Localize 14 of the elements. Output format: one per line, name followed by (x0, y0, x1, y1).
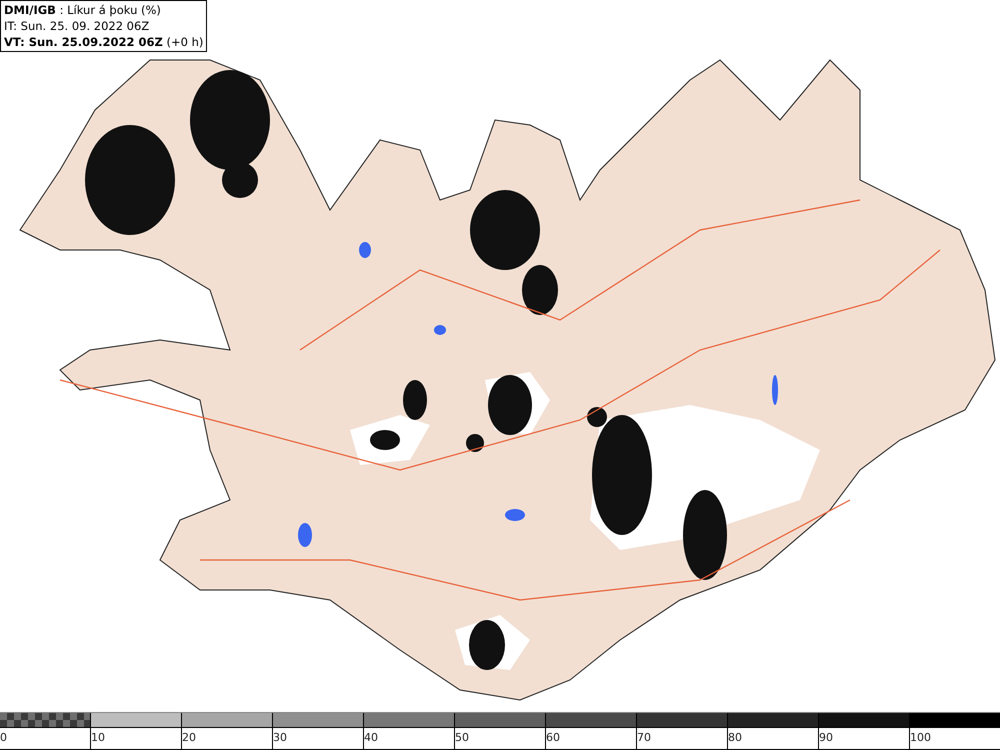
legend-label: 50 (455, 730, 469, 744)
legend-label: 80 (728, 730, 742, 744)
legend-label: 70 (637, 730, 651, 744)
legend-label: 0 (0, 730, 7, 744)
legend-label: 90 (819, 730, 833, 744)
info-line: DMI/IGB : Líkur á þoku (%) (4, 2, 162, 18)
legend-label: 100 (910, 730, 931, 744)
legend-label: 30 (273, 730, 287, 744)
legend-label: 60 (546, 730, 560, 744)
legend-label: 20 (182, 730, 196, 744)
legend-label: 40 (364, 730, 378, 744)
info-line: IT: Sun. 25. 09. 2022 06Z (4, 18, 150, 34)
info-line: VT: Sun. 25.09.2022 06Z (+0 h) (4, 34, 204, 50)
legend-label: 10 (91, 730, 105, 744)
